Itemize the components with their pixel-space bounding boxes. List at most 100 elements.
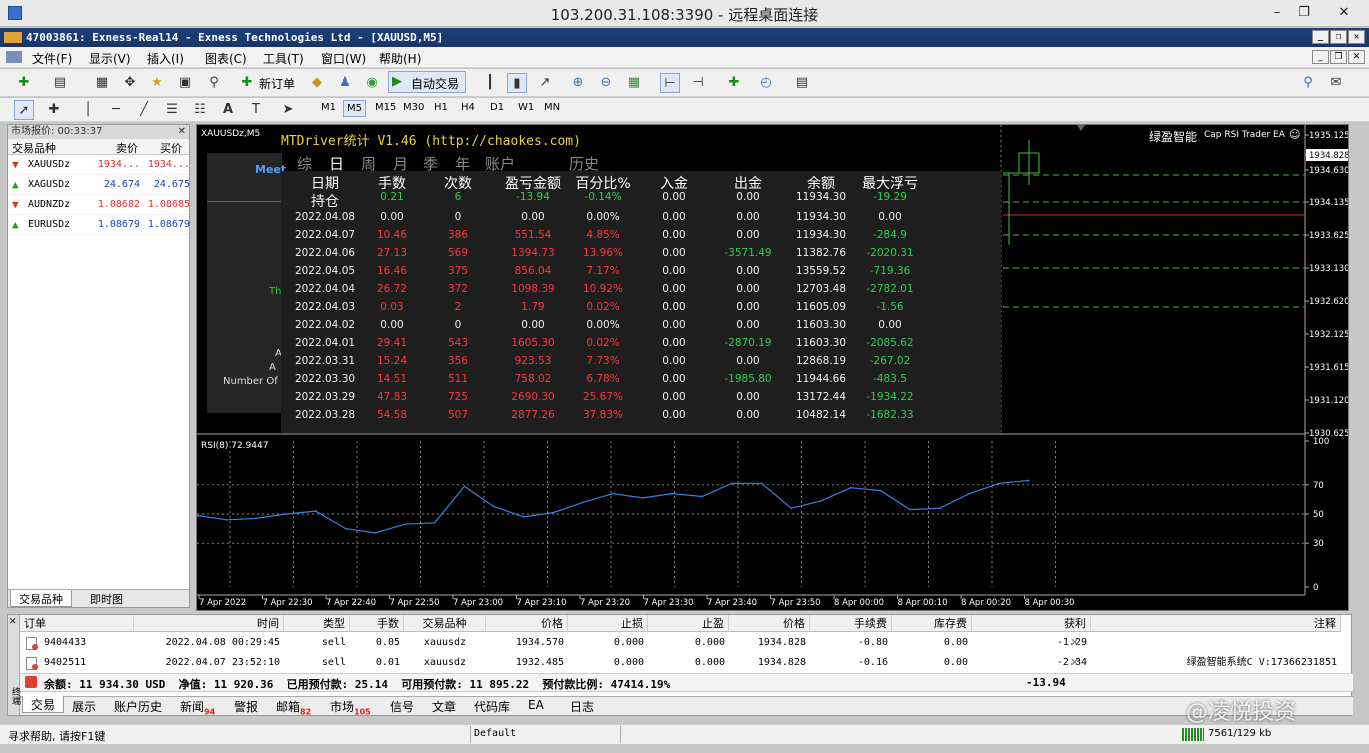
tab-tick-chart[interactable]: 即时图 <box>90 591 123 607</box>
stats-tab[interactable]: 日 <box>329 153 344 174</box>
periods-icon[interactable]: ◴ <box>756 73 776 93</box>
tile-windows-icon[interactable]: ▦ <box>624 73 644 93</box>
restore-button[interactable]: ❐ <box>1292 4 1316 22</box>
stats-tab[interactable]: 周 <box>361 153 376 174</box>
menu-help[interactable]: 帮助(H) <box>379 50 421 67</box>
terminal-column-header[interactable]: 时间 <box>134 615 284 632</box>
close-order-icon[interactable]: ✕ <box>1070 656 1079 669</box>
app-close-button[interactable]: ✕ <box>1348 30 1365 44</box>
terminal-column-header[interactable]: 注释 <box>1091 615 1341 632</box>
stats-tab[interactable]: 历史 <box>569 153 599 174</box>
terminal-tab[interactable]: 日志 <box>562 698 602 715</box>
terminal-tab[interactable]: 代码库 <box>466 698 518 715</box>
tf-h1[interactable]: H1 <box>434 102 448 113</box>
order-row[interactable]: 9404433 2022.04.08 00:29:45 sell 0.05 xauusd… <box>8 634 1353 653</box>
terminal-column-header[interactable]: 手数 <box>350 615 404 632</box>
stats-tab[interactable]: 月 <box>393 153 408 174</box>
child-minimize-button[interactable]: _ <box>1312 50 1329 64</box>
child-close-button[interactable]: ✕ <box>1348 50 1365 64</box>
terminal-column-header[interactable]: 价格 <box>486 615 568 632</box>
zoom-in-icon[interactable]: ⊕ <box>568 73 588 93</box>
text-label-icon[interactable]: T <box>246 100 266 120</box>
tf-m1[interactable]: M1 <box>321 102 336 113</box>
menu-file[interactable]: 文件(F) <box>32 50 72 67</box>
terminal-tab[interactable]: EA <box>520 698 552 715</box>
text-icon[interactable]: A <box>218 100 238 120</box>
market-watch-row[interactable]: ▲ EURUSDz 1.08679 1.08679 <box>8 215 190 235</box>
close-icon[interactable]: ✕ <box>9 617 17 627</box>
navigator-icon[interactable]: ✥ <box>120 73 140 93</box>
new-chart-icon[interactable]: ✚ <box>14 73 34 93</box>
arrows-icon[interactable]: ➤ <box>278 100 298 120</box>
col-bid[interactable]: 卖价 <box>116 140 138 156</box>
menu-view[interactable]: 显示(V) <box>89 50 131 67</box>
terminal-tab[interactable]: 信号 <box>382 698 422 715</box>
tf-d1[interactable]: D1 <box>490 102 504 113</box>
child-restore-button[interactable]: ❐ <box>1330 50 1347 64</box>
close-order-icon[interactable]: ✕ <box>1070 636 1079 649</box>
market-watch-icon[interactable]: ▦ <box>92 73 112 93</box>
terminal-column-header[interactable]: 类型 <box>284 615 350 632</box>
order-row[interactable]: 9402511 2022.04.07 23:52:10 sell 0.01 xauusd… <box>8 654 1353 673</box>
terminal-icon[interactable]: ▣ <box>175 73 195 93</box>
search-icon[interactable]: ⚲ <box>1298 73 1318 93</box>
menu-tools[interactable]: 工具(T) <box>263 50 304 67</box>
terminal-tab[interactable]: 文章 <box>424 698 464 715</box>
fibonacci-icon[interactable]: ☷ <box>190 100 210 120</box>
stats-tab[interactable]: 账户 <box>485 153 515 174</box>
strategy-tester-icon[interactable]: ⚲ <box>204 73 224 93</box>
terminal-column-header[interactable]: 价格 <box>729 615 810 632</box>
autoscroll-icon[interactable]: ⊢ <box>660 73 680 93</box>
terminal-tab[interactable]: 交易 <box>22 696 65 713</box>
trendline-icon[interactable]: ╱ <box>134 100 154 120</box>
tf-mn[interactable]: MN <box>544 102 560 113</box>
zoom-out-icon[interactable]: ⊖ <box>596 73 616 93</box>
tf-w1[interactable]: W1 <box>518 102 534 113</box>
app-minimize-button[interactable]: _ <box>1312 30 1329 44</box>
bar-chart-icon[interactable]: ┃ <box>480 73 500 93</box>
terminal-column-header[interactable]: 止损 <box>568 615 648 632</box>
signals-icon[interactable]: ♟ <box>335 73 355 93</box>
new-order-icon[interactable]: ✚ <box>237 73 257 93</box>
tf-m30[interactable]: M30 <box>403 102 424 113</box>
new-order-button[interactable]: 新订单 <box>259 75 295 92</box>
auto-trading-button[interactable]: ▶ 自动交易 <box>388 71 466 93</box>
terminal-tab[interactable]: 账户历史 <box>106 698 170 715</box>
market-watch-row[interactable]: ▼ XAUUSDz 1934... 1934... <box>8 155 190 175</box>
terminal-column-header[interactable]: 获利 <box>972 615 1091 632</box>
terminal-tab[interactable]: 市场105 <box>322 698 379 716</box>
col-ask[interactable]: 买价 <box>160 140 182 156</box>
market-watch-row[interactable]: ▲ XAGUSDz 24.674 24.675 <box>8 175 190 195</box>
channel-icon[interactable]: ☰ <box>162 100 182 120</box>
close-icon[interactable]: ✕ <box>178 125 186 139</box>
market-icon[interactable]: ◉ <box>362 73 382 93</box>
stats-tab[interactable]: 年 <box>455 153 470 174</box>
chat-icon[interactable]: ✉ <box>1326 73 1346 93</box>
terminal-column-header[interactable]: 交易品种 <box>404 615 486 632</box>
templates-icon[interactable]: ▤ <box>792 73 812 93</box>
chart-shift-icon[interactable]: ⊣ <box>688 73 708 93</box>
menu-charts[interactable]: 图表(C) <box>205 50 247 67</box>
indicators-icon[interactable]: ✚ <box>724 73 744 93</box>
candlestick-icon[interactable]: ▮ <box>507 73 527 93</box>
terminal-tab[interactable]: 展示 <box>64 698 104 715</box>
terminal-tab[interactable]: 警报 <box>226 698 266 715</box>
horizontal-line-icon[interactable]: ─ <box>106 100 126 120</box>
app-restore-button[interactable]: ❐ <box>1330 30 1347 44</box>
stats-tab[interactable]: 综 <box>297 153 312 174</box>
crosshair-icon[interactable]: ✚ <box>44 100 64 120</box>
col-symbol[interactable]: 交易品种 <box>12 140 56 156</box>
tf-m15[interactable]: M15 <box>375 102 396 113</box>
tf-m5[interactable]: M5 <box>343 100 366 117</box>
vertical-line-icon[interactable]: │ <box>78 100 98 120</box>
line-chart-icon[interactable]: ↗ <box>535 73 555 93</box>
menu-insert[interactable]: 插入(I) <box>147 50 184 67</box>
tf-h4[interactable]: H4 <box>461 102 475 113</box>
profiles-icon[interactable]: ▤ <box>50 73 70 93</box>
terminal-tab[interactable]: 邮箱82 <box>268 698 319 716</box>
metaeditor-icon[interactable]: ◆ <box>307 73 327 93</box>
stats-tab[interactable]: 季 <box>423 153 438 174</box>
minimize-button[interactable]: – <box>1265 4 1289 22</box>
market-watch-row[interactable]: ▼ AUDNZDz 1.08682 1.08685 <box>8 195 190 215</box>
terminal-tab[interactable]: 新闻94 <box>172 698 223 716</box>
